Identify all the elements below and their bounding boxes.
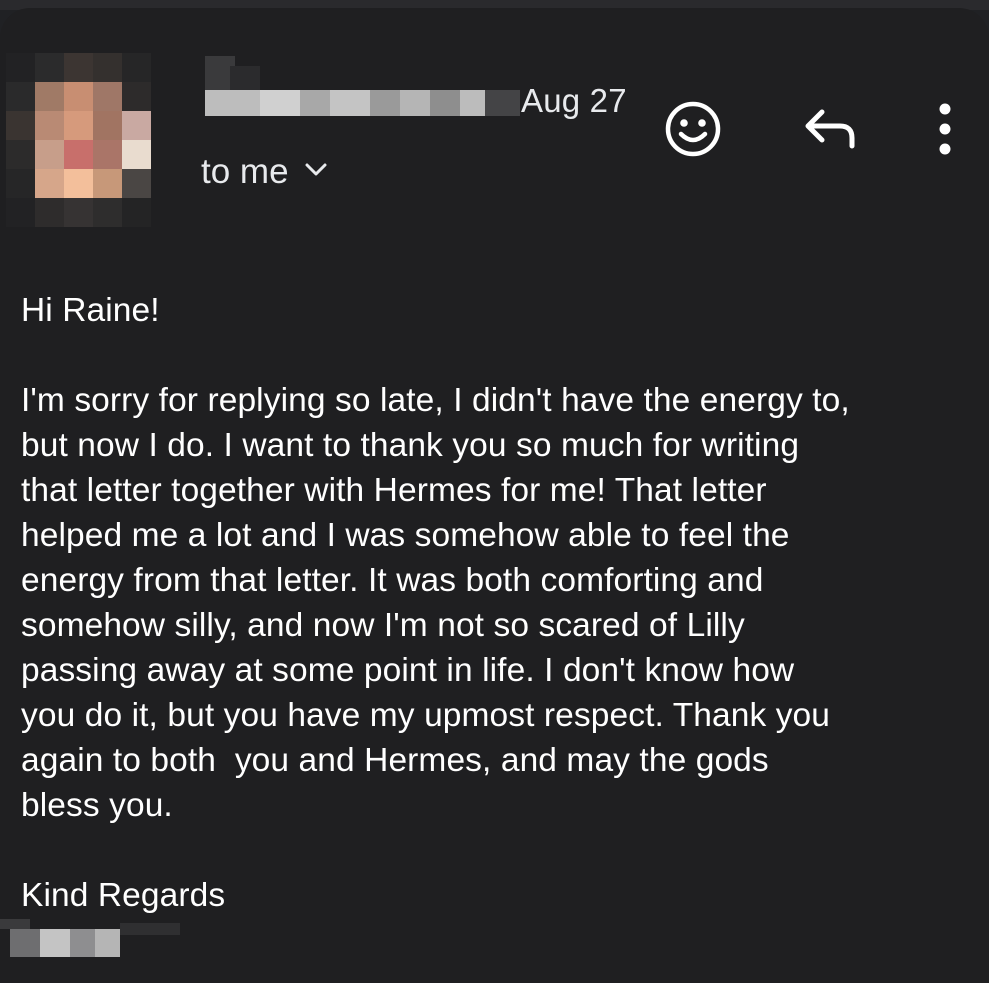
email-body-line: you do it, but you have my upmost respec… [21, 697, 831, 734]
avatar-pixel [122, 140, 151, 169]
signature-pixel [40, 929, 70, 957]
sender-name-pixel [485, 90, 520, 116]
avatar-pixel [6, 53, 35, 82]
avatar-pixel [64, 82, 93, 111]
avatar-pixel [122, 82, 151, 111]
avatar-pixel [6, 140, 35, 169]
reply-icon [800, 104, 860, 159]
email-greeting: Hi Raine! [21, 292, 160, 329]
email-body-line: somehow silly, and now I'm not so scared… [21, 607, 745, 644]
avatar-pixel [122, 169, 151, 198]
sender-name-pixel [460, 90, 485, 116]
signature-pixel [10, 929, 40, 957]
avatar-pixel [93, 53, 122, 82]
email-signoff: Kind Regards [21, 877, 226, 914]
avatar-pixel [35, 169, 64, 198]
reply-button[interactable] [797, 98, 863, 164]
sender-name-redacted[interactable] [200, 56, 520, 126]
avatar-pixel [93, 82, 122, 111]
email-card: Aug 27 to me Hi Raine! I'm sorry for rep… [0, 8, 989, 983]
recipient-label: to me [201, 152, 289, 191]
avatar-pixel [35, 198, 64, 227]
email-body: Hi Raine! I'm sorry for replying so late… [21, 288, 971, 918]
email-body-line: passing away at some point in life. I do… [21, 652, 795, 689]
sender-name-pixel [230, 66, 260, 90]
avatar-pixel [35, 53, 64, 82]
avatar-pixel [122, 111, 151, 140]
more-vert-icon [935, 101, 955, 162]
sender-name-pixel [430, 90, 460, 116]
email-body-line: helped me a lot and I was somehow able t… [21, 517, 790, 554]
email-paragraph: I'm sorry for replying so late, I didn't… [21, 378, 971, 828]
sender-name-pixel [205, 90, 260, 116]
email-body-line: bless you. [21, 787, 173, 824]
email-body-line: again to both you and Hermes, and may th… [21, 742, 769, 779]
emoji-reaction-icon [663, 99, 723, 164]
chevron-down-icon [305, 163, 327, 182]
avatar-pixel [35, 140, 64, 169]
signature-pixel [120, 923, 180, 935]
email-body-line: but now I do. I want to thank you so muc… [21, 427, 800, 464]
email-body-line: I'm sorry for replying so late, I didn't… [21, 382, 850, 419]
avatar-pixel [64, 53, 93, 82]
avatar-pixel [93, 169, 122, 198]
sender-name-pixel [260, 90, 300, 116]
email-body-line: that letter together with Hermes for me!… [21, 472, 767, 509]
sender-name-pixel [400, 90, 430, 116]
emoji-reaction-button[interactable] [660, 98, 726, 164]
signature-pixel [0, 919, 30, 929]
avatar-pixel [6, 198, 35, 227]
more-options-button[interactable] [915, 98, 975, 164]
avatar-pixel [6, 111, 35, 140]
signature-pixel [95, 929, 120, 957]
avatar-pixel [122, 198, 151, 227]
signature-pixel [70, 929, 95, 957]
sender-name-pixel [300, 90, 330, 116]
avatar-pixel [93, 111, 122, 140]
sender-name-pixel [330, 90, 370, 116]
email-date: Aug 27 [521, 82, 627, 119]
avatar-pixel [35, 82, 64, 111]
signature-redacted [0, 913, 190, 963]
avatar-pixel [35, 111, 64, 140]
avatar-pixel [6, 169, 35, 198]
avatar-pixel [122, 53, 151, 82]
avatar-pixel [64, 198, 93, 227]
sender-avatar[interactable] [3, 48, 163, 233]
avatar-pixel [93, 198, 122, 227]
sender-name-pixel [370, 90, 400, 116]
avatar-pixel [64, 111, 93, 140]
avatar-pixel [93, 140, 122, 169]
avatar-pixel [64, 140, 93, 169]
recipient-details-toggle[interactable]: to me [201, 152, 327, 192]
avatar-pixel [64, 169, 93, 198]
email-body-line: energy from that letter. It was both com… [21, 562, 764, 599]
avatar-pixel [6, 82, 35, 111]
